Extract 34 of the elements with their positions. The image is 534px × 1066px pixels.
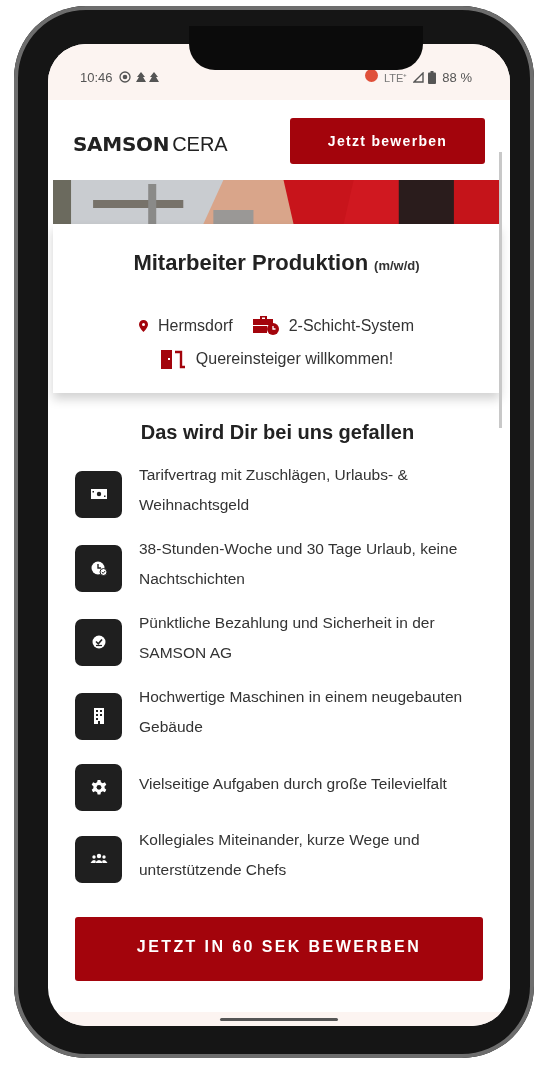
logo-wordmark: SAMSON <box>73 132 170 156</box>
badge-check-icon <box>75 618 122 666</box>
benefit-text: Tarifvertrag mit Zuschlägen, Urlaubs- & Weihnachtsgeld <box>139 465 409 515</box>
logo-subbrand: CERA <box>172 133 228 156</box>
home-indicator[interactable] <box>220 1017 338 1021</box>
briefcase-clock-icon <box>252 316 279 335</box>
banknote-icon <box>75 470 122 518</box>
group-icon <box>75 835 122 883</box>
benefit-text: Vielseitige Aufgaben durch große Teilevielfalt <box>139 773 447 794</box>
battery-percent: 88 % <box>442 69 472 85</box>
section-heading: Das wird Dir bei uns gefallen <box>139 421 416 444</box>
apply-button[interactable]: Jetzt bewerben <box>290 118 485 164</box>
network-label: LTE⁺ <box>384 70 408 85</box>
record-icon <box>118 71 131 83</box>
location-label: Hermsdorf <box>157 316 233 335</box>
location-pin-icon <box>138 319 148 332</box>
building-icon <box>75 692 122 740</box>
note-label: Quereinsteiger willkommen! <box>195 350 394 368</box>
battery-icon <box>428 70 437 84</box>
apply-now-button[interactable]: JETZT IN 60 SEK BEWERBEN <box>75 917 483 981</box>
job-title: Mitarbeiter Produktion <box>133 250 369 276</box>
status-time: 10:46 <box>80 69 113 85</box>
gender-note: (m/w/d) <box>374 258 420 273</box>
shift-label: 2-Schicht-System <box>288 316 415 335</box>
door-icon <box>159 349 186 369</box>
signal-icon <box>413 71 425 83</box>
benefit-text: Hochwertige Maschinen in einem neugebauten Gebäude <box>139 687 464 737</box>
scrollbar[interactable] <box>499 152 502 428</box>
alert-icon <box>365 69 378 82</box>
benefit-text: 38-Stunden-Woche und 30 Tage Urlaub, keine Nachtschichten <box>139 539 459 589</box>
benefit-text: Pünktliche Bezahlung und Sicherheit in der SAMSON AG <box>139 613 436 663</box>
clock-check-icon <box>75 544 122 592</box>
benefit-text: Kollegiales Miteinander, kurze Wege und unterstützende Chefs <box>139 830 421 880</box>
gear-icon <box>75 764 122 811</box>
